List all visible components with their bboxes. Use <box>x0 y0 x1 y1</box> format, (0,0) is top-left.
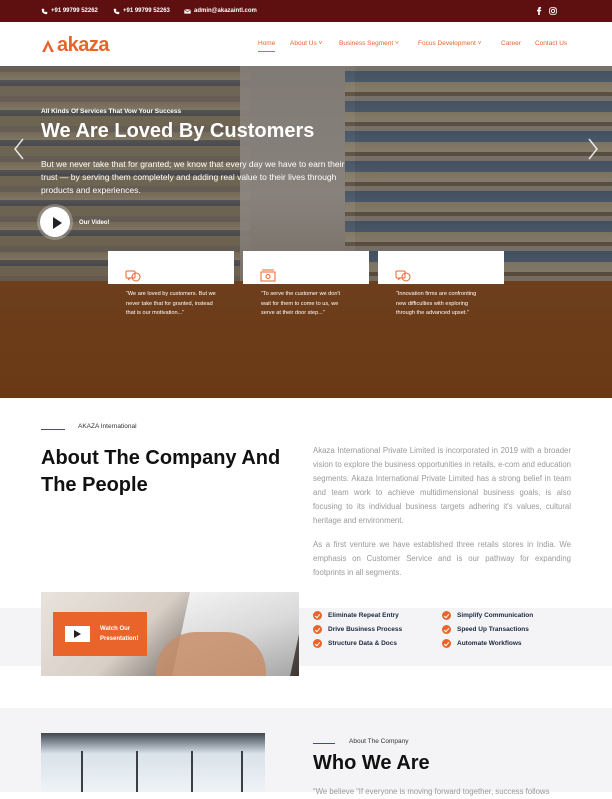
nav-about-us[interactable]: About Us ˅ <box>290 40 322 47</box>
cash-icon <box>260 269 276 282</box>
about-kicker: AKAZA International <box>78 423 137 430</box>
hero-card-2 <box>243 251 369 284</box>
nav-home[interactable]: Home <box>258 40 276 52</box>
phone-icon <box>113 8 120 14</box>
nav-focus-development[interactable]: Focus Development ˅ <box>418 40 481 47</box>
phone-2-text: +91 99799 52263 <box>123 8 170 14</box>
hero-video-label[interactable]: Our Video! <box>79 220 110 226</box>
main-navbar: akaza Home About Us ˅ Business Segment ˅… <box>0 22 612 66</box>
hero-card-1-text: “We are loved by customers. But we never… <box>126 291 216 316</box>
nav-business-segment[interactable]: Business Segment ˅ <box>339 40 399 47</box>
slider-next-arrow-icon[interactable] <box>588 138 598 160</box>
hero-kicker: All Kinds Of Services That Vow Your Succ… <box>41 108 182 115</box>
about-paragraph-2: As a first venture we have established t… <box>313 540 571 577</box>
feature-label: Eliminate Repeat Entry <box>328 612 399 619</box>
hero-card-3-text: “Innovation firms are confronting new di… <box>396 291 477 316</box>
chat-icon <box>125 270 141 282</box>
check-circle-icon <box>313 639 322 648</box>
phone-1[interactable]: +91 99799 52262 <box>41 0 98 22</box>
hero-card-2-text: “To serve the customer we don't wait for… <box>261 291 341 316</box>
about-title: About The Company And The People <box>41 447 281 496</box>
feature-item: Eliminate Repeat Entry <box>313 611 399 620</box>
phone-icon <box>41 8 48 14</box>
check-circle-icon <box>442 639 451 648</box>
feature-label: Structure Data & Docs <box>328 640 397 647</box>
feature-item: Speed Up Transactions <box>442 625 529 634</box>
phone-2[interactable]: +91 99799 52263 <box>113 0 170 22</box>
feature-label: Drive Business Process <box>328 626 403 633</box>
hero-card-3 <box>378 251 504 284</box>
feature-label: Simplify Communication <box>457 612 534 619</box>
feature-item: Automate Workflows <box>442 639 522 648</box>
logo-text: akaza <box>57 34 110 56</box>
watch-presentation-button[interactable]: Watch Our Presentation! <box>53 612 147 656</box>
check-circle-icon <box>442 611 451 620</box>
hero-card-1 <box>108 251 234 284</box>
top-contact-bar: +91 99799 52262 +91 99799 52263 admin@ak… <box>0 0 612 22</box>
mail-icon <box>184 8 191 14</box>
facebook-icon[interactable] <box>536 0 542 22</box>
who-paragraph: “We believe “If everyone is moving forwa… <box>313 787 550 796</box>
watch-presentation-label: Watch Our Presentation! <box>100 626 139 642</box>
hero-title: We Are Loved By Customers <box>41 120 315 142</box>
check-circle-icon <box>442 625 451 634</box>
feature-label: Automate Workflows <box>457 640 522 647</box>
about-paragraph-1: Akaza International Private Limited is i… <box>313 446 571 525</box>
email-text: admin@akazaintl.com <box>194 8 257 14</box>
hero-section <box>0 66 612 398</box>
feature-item: Drive Business Process <box>313 625 402 634</box>
check-circle-icon <box>313 611 322 620</box>
who-kicker-line <box>313 743 335 744</box>
check-circle-icon <box>313 625 322 634</box>
logo[interactable]: akaza <box>41 34 110 57</box>
chat-icon <box>395 270 411 282</box>
who-kicker: About The Company <box>349 738 409 745</box>
feature-item: Structure Data & Docs <box>313 639 397 648</box>
logo-mark-icon <box>42 39 54 52</box>
feature-label: Speed Up Transactions <box>457 626 529 633</box>
instagram-icon[interactable] <box>549 0 557 22</box>
email-link[interactable]: admin@akazaintl.com <box>184 0 257 22</box>
office-image <box>41 733 265 792</box>
video-play-icon <box>65 626 90 642</box>
about-kicker-line <box>41 429 65 430</box>
phone-1-text: +91 99799 52262 <box>51 8 98 14</box>
feature-item: Simplify Communication <box>442 611 533 620</box>
nav-contact-us[interactable]: Contact Us <box>535 40 567 47</box>
nav-career[interactable]: Career <box>501 40 521 47</box>
hero-description: But we never take that for granted; we k… <box>41 159 345 195</box>
hero-play-button[interactable] <box>40 207 70 237</box>
who-title: Who We Are <box>313 752 430 774</box>
slider-prev-arrow-icon[interactable] <box>14 138 24 160</box>
